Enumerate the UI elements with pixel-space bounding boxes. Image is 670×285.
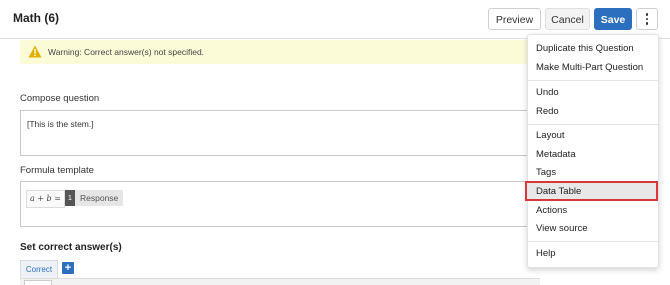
kebab-vertical-icon: [637, 9, 657, 29]
menu-item-tags[interactable]: Tags: [536, 167, 556, 178]
menu-item-data-table[interactable]: Data Table: [536, 186, 581, 197]
answer-input-edge: [24, 280, 52, 285]
menu-item-make-multi-part[interactable]: Make Multi-Part Question: [536, 62, 643, 73]
plus-icon: +: [64, 262, 72, 274]
more-options-button[interactable]: [636, 8, 658, 30]
menu-item-view-source[interactable]: View source: [536, 223, 588, 234]
menu-item-undo[interactable]: Undo: [536, 87, 559, 98]
warning-triangle-icon: [28, 45, 42, 58]
add-answer-button[interactable]: +: [62, 262, 74, 274]
set-correct-answer-heading: Set correct answer(s): [20, 242, 122, 253]
stem-text: [This is the stem.]: [27, 119, 94, 129]
menu-divider: [528, 241, 658, 242]
warning-banner: Warning: Correct answer(s) not specified…: [20, 40, 530, 64]
menu-item-layout[interactable]: Layout: [536, 130, 565, 141]
menu-item-redo[interactable]: Redo: [536, 106, 559, 117]
compose-question-editor[interactable]: [This is the stem.]: [20, 110, 540, 156]
math-expression: a + b =: [26, 190, 65, 208]
page-title: Math (6): [13, 11, 59, 25]
warning-text: Warning: Correct answer(s) not specified…: [48, 47, 205, 57]
menu-item-metadata[interactable]: Metadata: [536, 149, 576, 160]
menu-item-actions[interactable]: Actions: [536, 205, 567, 216]
options-dropdown-menu: Duplicate this Question Make Multi-Part …: [525, 34, 659, 268]
formula-template-label: Formula template: [20, 165, 94, 176]
response-number: 1: [65, 190, 75, 206]
menu-item-duplicate[interactable]: Duplicate this Question: [536, 43, 634, 54]
tab-correct[interactable]: Correct: [20, 260, 58, 278]
menu-item-help[interactable]: Help: [536, 248, 556, 259]
menu-divider: [528, 124, 658, 125]
save-button[interactable]: Save: [594, 8, 632, 30]
menu-divider: [528, 80, 658, 81]
formula-template-editor[interactable]: a + b = 1 Response: [20, 181, 540, 227]
preview-button[interactable]: Preview: [488, 8, 541, 30]
response-box[interactable]: Response: [75, 190, 124, 206]
compose-question-label: Compose question: [20, 93, 100, 104]
cancel-button[interactable]: Cancel: [545, 8, 590, 30]
